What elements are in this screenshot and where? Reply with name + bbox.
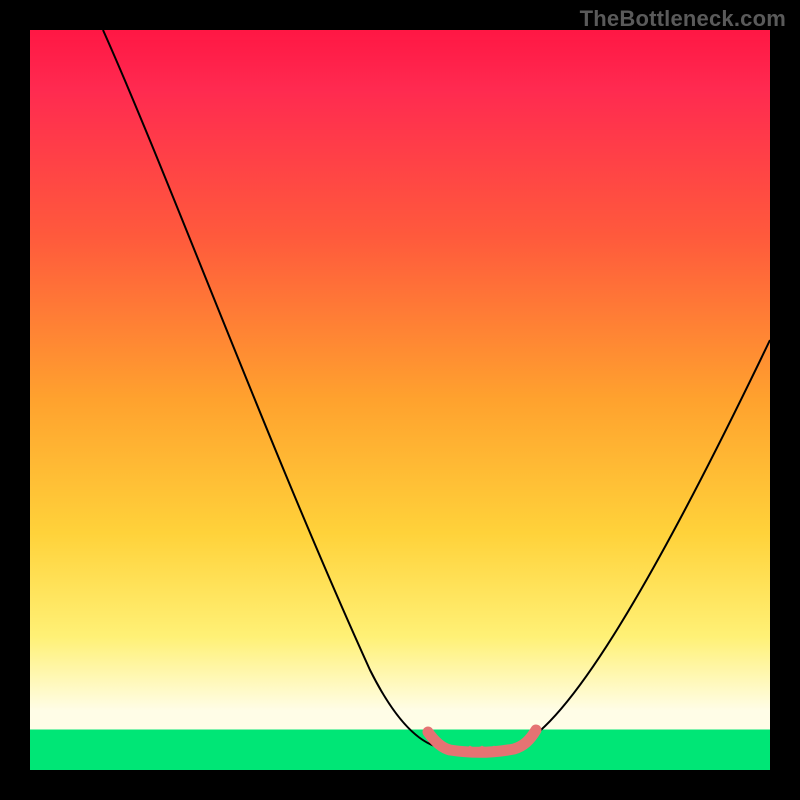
- curve-left-branch: [103, 30, 442, 748]
- chart-curves: [30, 30, 770, 770]
- curve-right-branch: [520, 340, 770, 745]
- watermark-text: TheBottleneck.com: [580, 6, 786, 32]
- chart-frame: TheBottleneck.com: [0, 0, 800, 800]
- optimal-range-highlight-texture: [446, 749, 506, 751]
